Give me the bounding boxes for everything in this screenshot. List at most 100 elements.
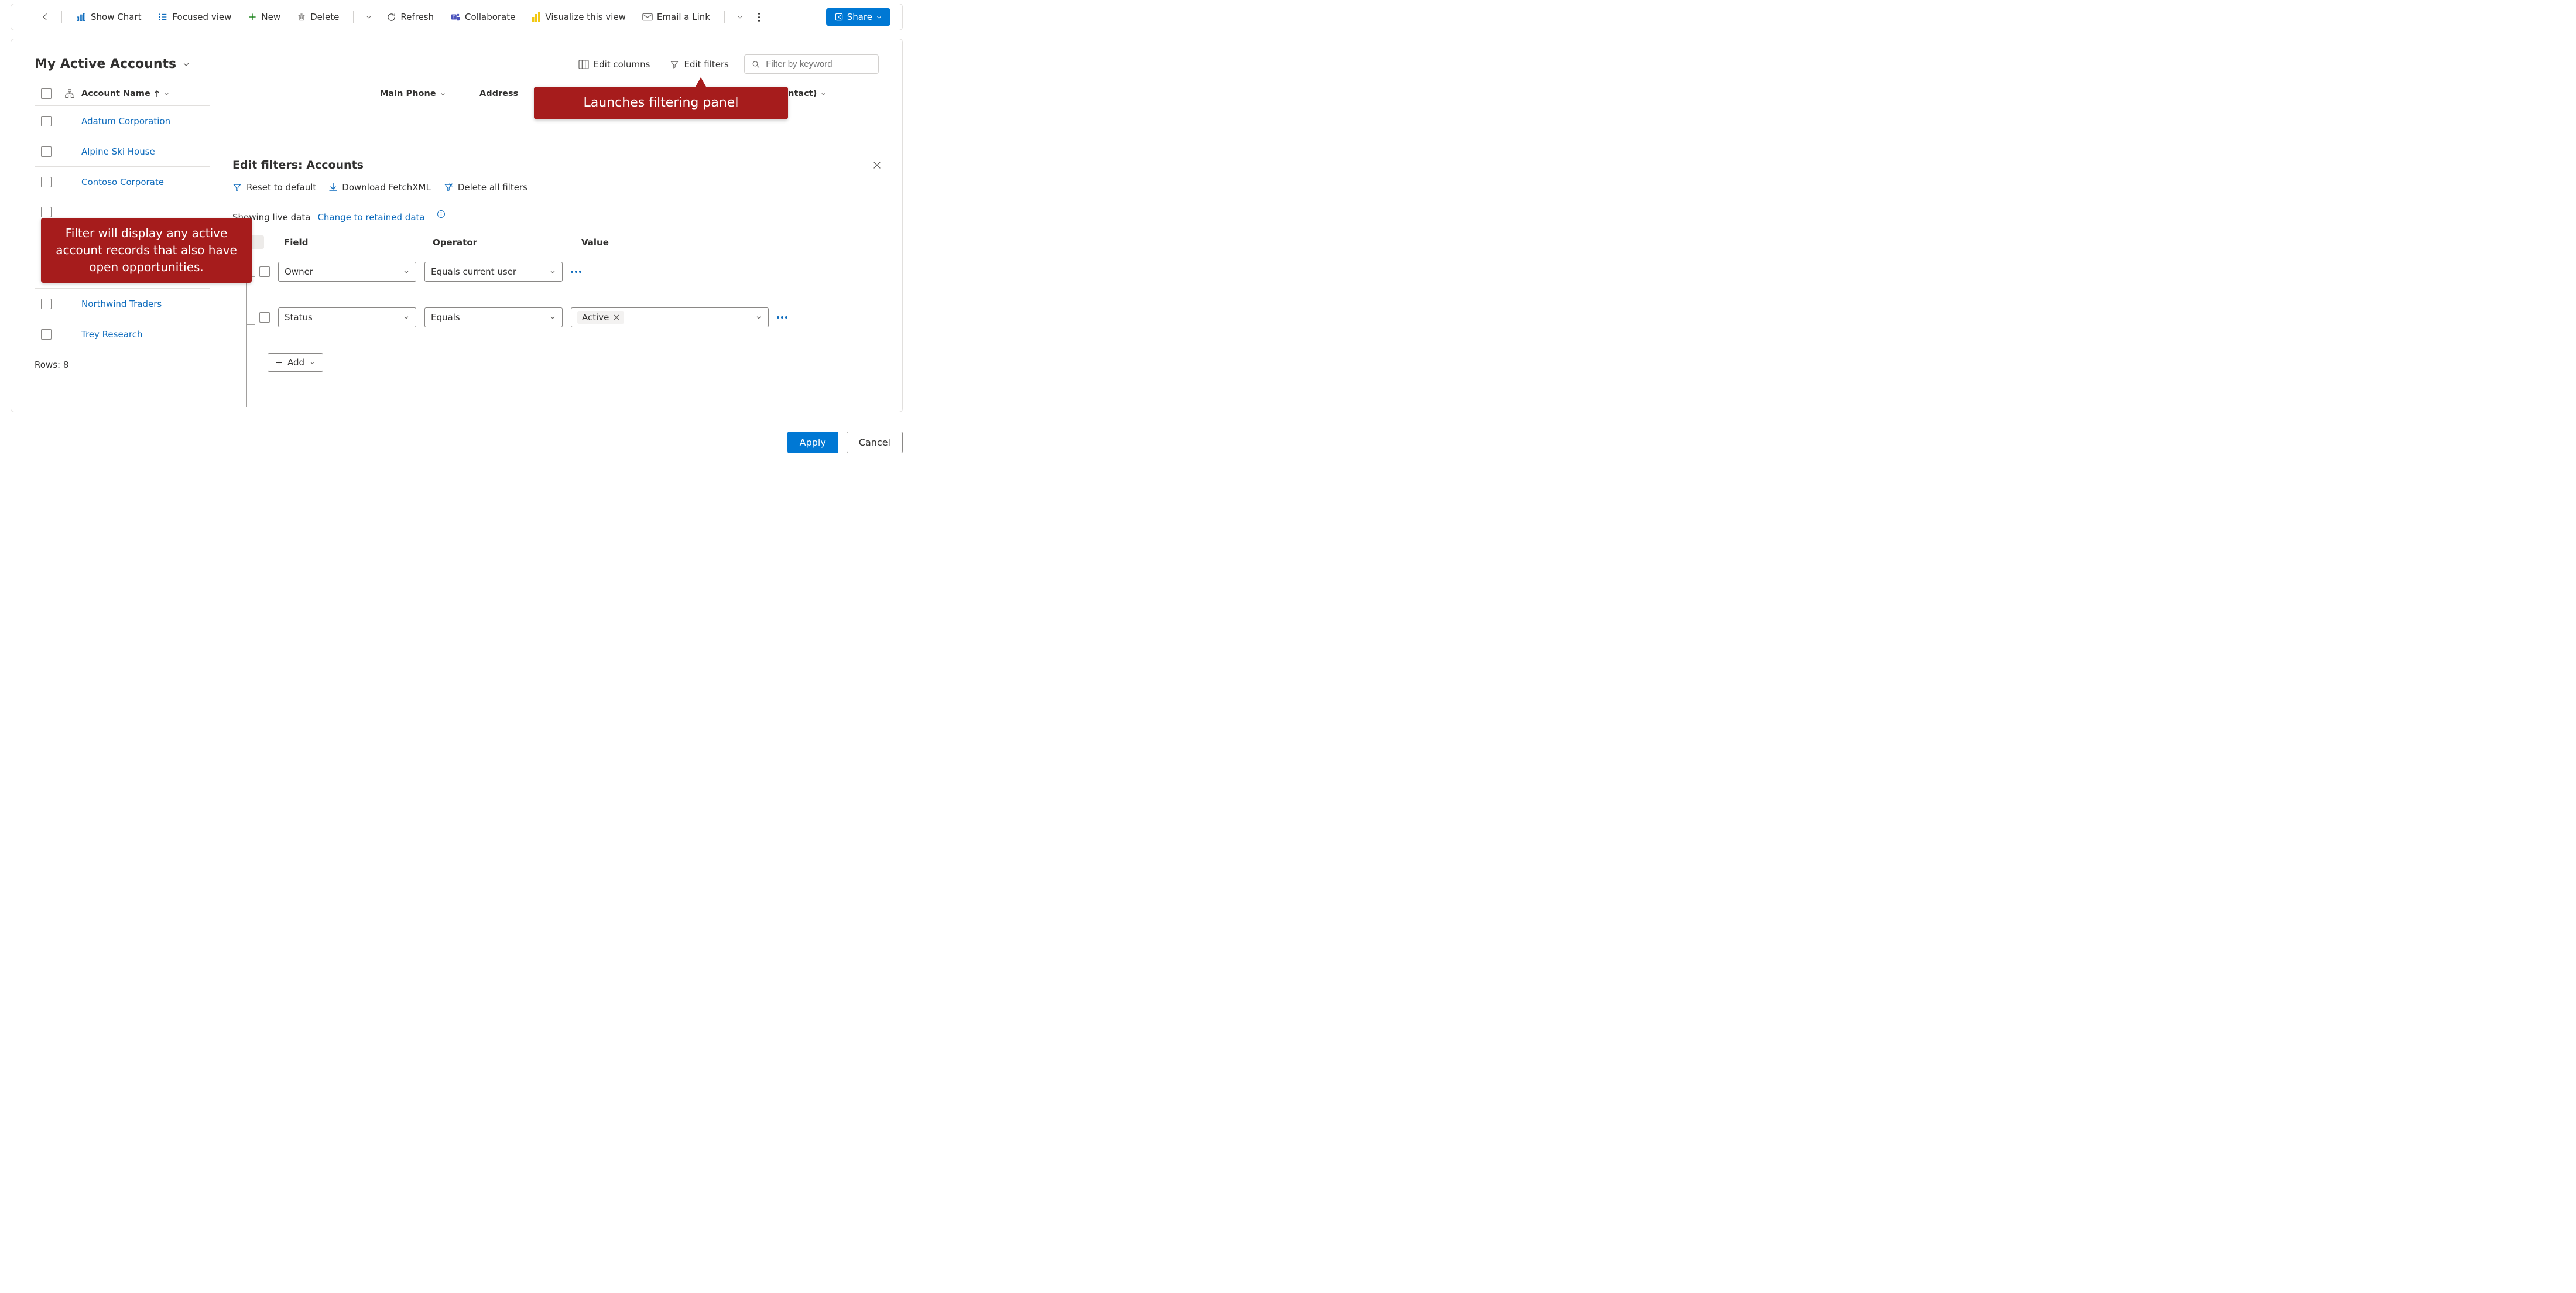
new-button[interactable]: New xyxy=(242,9,286,25)
share-label: Share xyxy=(847,12,872,22)
condition-more[interactable] xyxy=(777,316,787,319)
show-chart-label: Show Chart xyxy=(91,12,141,22)
list-icon xyxy=(157,12,168,22)
row-checkbox[interactable] xyxy=(41,116,52,126)
plus-icon xyxy=(248,12,257,22)
change-retained-link[interactable]: Change to retained data xyxy=(317,212,424,223)
close-icon xyxy=(872,160,882,170)
close-button[interactable] xyxy=(872,160,882,170)
apply-button[interactable]: Apply xyxy=(787,432,838,453)
email-link-button[interactable]: Email a Link xyxy=(636,9,716,25)
cancel-button[interactable]: Cancel xyxy=(847,432,903,453)
keyword-search[interactable] xyxy=(744,54,879,74)
account-link[interactable]: Contoso Corporate xyxy=(81,177,164,187)
chevron-down-icon xyxy=(549,314,556,321)
col-value: Value xyxy=(581,237,609,248)
filter-delete-icon xyxy=(444,183,453,192)
value-chip[interactable]: Active xyxy=(577,311,624,324)
delete-label: Delete xyxy=(310,12,339,22)
delete-split-caret[interactable] xyxy=(362,10,376,24)
email-link-label: Email a Link xyxy=(657,12,710,22)
annotation-top: Launches filtering panel xyxy=(534,87,788,119)
account-link[interactable]: Alpine Ski House xyxy=(81,146,155,157)
account-link[interactable]: Trey Research xyxy=(81,329,142,340)
table-row[interactable]: Northwind Traders xyxy=(35,288,210,319)
condition-checkbox[interactable] xyxy=(259,266,270,277)
chevron-down-icon xyxy=(549,268,556,275)
plus-icon xyxy=(275,359,283,367)
chevron-down-icon xyxy=(309,360,316,366)
hierarchy-icon[interactable] xyxy=(58,89,81,98)
account-link[interactable]: Northwind Traders xyxy=(81,299,162,309)
trash-icon xyxy=(297,12,306,22)
show-chart-button[interactable]: Show Chart xyxy=(70,9,147,25)
back-button[interactable] xyxy=(37,9,53,25)
mail-icon xyxy=(642,13,653,21)
delete-button[interactable]: Delete xyxy=(291,9,345,25)
chevron-down-icon xyxy=(440,91,446,97)
powerbi-icon xyxy=(532,12,541,22)
edit-columns-button[interactable]: Edit columns xyxy=(574,57,655,72)
visualize-button[interactable]: Visualize this view xyxy=(526,9,632,25)
row-checkbox[interactable] xyxy=(41,177,52,187)
operator-select[interactable]: Equals xyxy=(424,307,563,327)
close-icon[interactable] xyxy=(614,314,619,320)
col-operator: Operator xyxy=(433,237,571,248)
refresh-icon xyxy=(386,12,396,22)
condition-more[interactable] xyxy=(571,271,581,273)
view-title-dropdown[interactable]: My Active Accounts xyxy=(35,57,190,71)
field-select[interactable]: Owner xyxy=(278,262,416,282)
account-link[interactable]: Adatum Corporation xyxy=(81,116,170,126)
table-row[interactable]: Alpine Ski House xyxy=(35,136,210,166)
chevron-down-icon xyxy=(820,91,827,97)
row-checkbox[interactable] xyxy=(41,329,52,340)
row-checkbox[interactable] xyxy=(41,146,52,157)
info-icon xyxy=(437,210,446,218)
chevron-down-icon xyxy=(403,268,410,275)
overflow-menu[interactable] xyxy=(752,9,767,25)
svg-text:T: T xyxy=(453,15,455,20)
keyword-input[interactable] xyxy=(765,59,871,70)
operator-select[interactable]: Equals current user xyxy=(424,262,563,282)
select-all-checkbox[interactable] xyxy=(41,88,52,99)
focused-view-label: Focused view xyxy=(172,12,231,22)
value-select[interactable]: Active xyxy=(571,307,769,327)
download-fetchxml-button[interactable]: Download FetchXML xyxy=(329,182,431,193)
filter-icon xyxy=(670,60,679,69)
row-checkbox[interactable] xyxy=(41,299,52,309)
add-condition-button[interactable]: Add xyxy=(268,353,323,372)
table-row[interactable]: Contoso Corporate xyxy=(35,166,210,197)
chevron-down-icon xyxy=(182,60,190,69)
collaborate-label: Collaborate xyxy=(465,12,515,22)
col-field: Field xyxy=(284,237,422,248)
share-icon xyxy=(834,12,844,22)
filter-builder: Field Operator Value Owner Equals curren… xyxy=(232,235,882,372)
row-checkbox[interactable] xyxy=(41,207,52,217)
download-icon xyxy=(329,183,337,192)
delete-all-filters-button[interactable]: Delete all filters xyxy=(444,182,527,193)
share-button[interactable]: Share xyxy=(826,8,890,26)
col-header-phone[interactable]: Main Phone xyxy=(380,89,479,98)
columns-icon xyxy=(578,60,589,69)
email-split-caret[interactable] xyxy=(733,10,747,24)
reset-filters-button[interactable]: Reset to default xyxy=(232,182,316,193)
refresh-button[interactable]: Refresh xyxy=(381,9,440,25)
filter-reset-icon xyxy=(232,183,242,192)
edit-filters-button[interactable]: Edit filters xyxy=(665,57,734,72)
chevron-down-icon xyxy=(403,314,410,321)
field-select[interactable]: Status xyxy=(278,307,416,327)
filter-panel-title: Edit filters: Accounts xyxy=(232,159,364,172)
collaborate-button[interactable]: T Collaborate xyxy=(444,9,521,25)
sort-asc-icon xyxy=(154,90,160,97)
view-title-text: My Active Accounts xyxy=(35,57,176,71)
chevron-down-icon xyxy=(755,314,762,321)
command-bar: Show Chart Focused view New Delete Refre… xyxy=(11,4,903,30)
table-row[interactable]: Trey Research xyxy=(35,319,210,349)
condition-checkbox[interactable] xyxy=(259,312,270,323)
col-header-name[interactable]: Account Name xyxy=(81,89,380,98)
edit-filters-panel: Edit filters: Accounts Reset to default … xyxy=(232,159,882,372)
divider xyxy=(61,11,62,23)
search-icon xyxy=(752,60,760,69)
table-row[interactable]: Adatum Corporation xyxy=(35,105,210,136)
focused-view-button[interactable]: Focused view xyxy=(152,9,237,25)
